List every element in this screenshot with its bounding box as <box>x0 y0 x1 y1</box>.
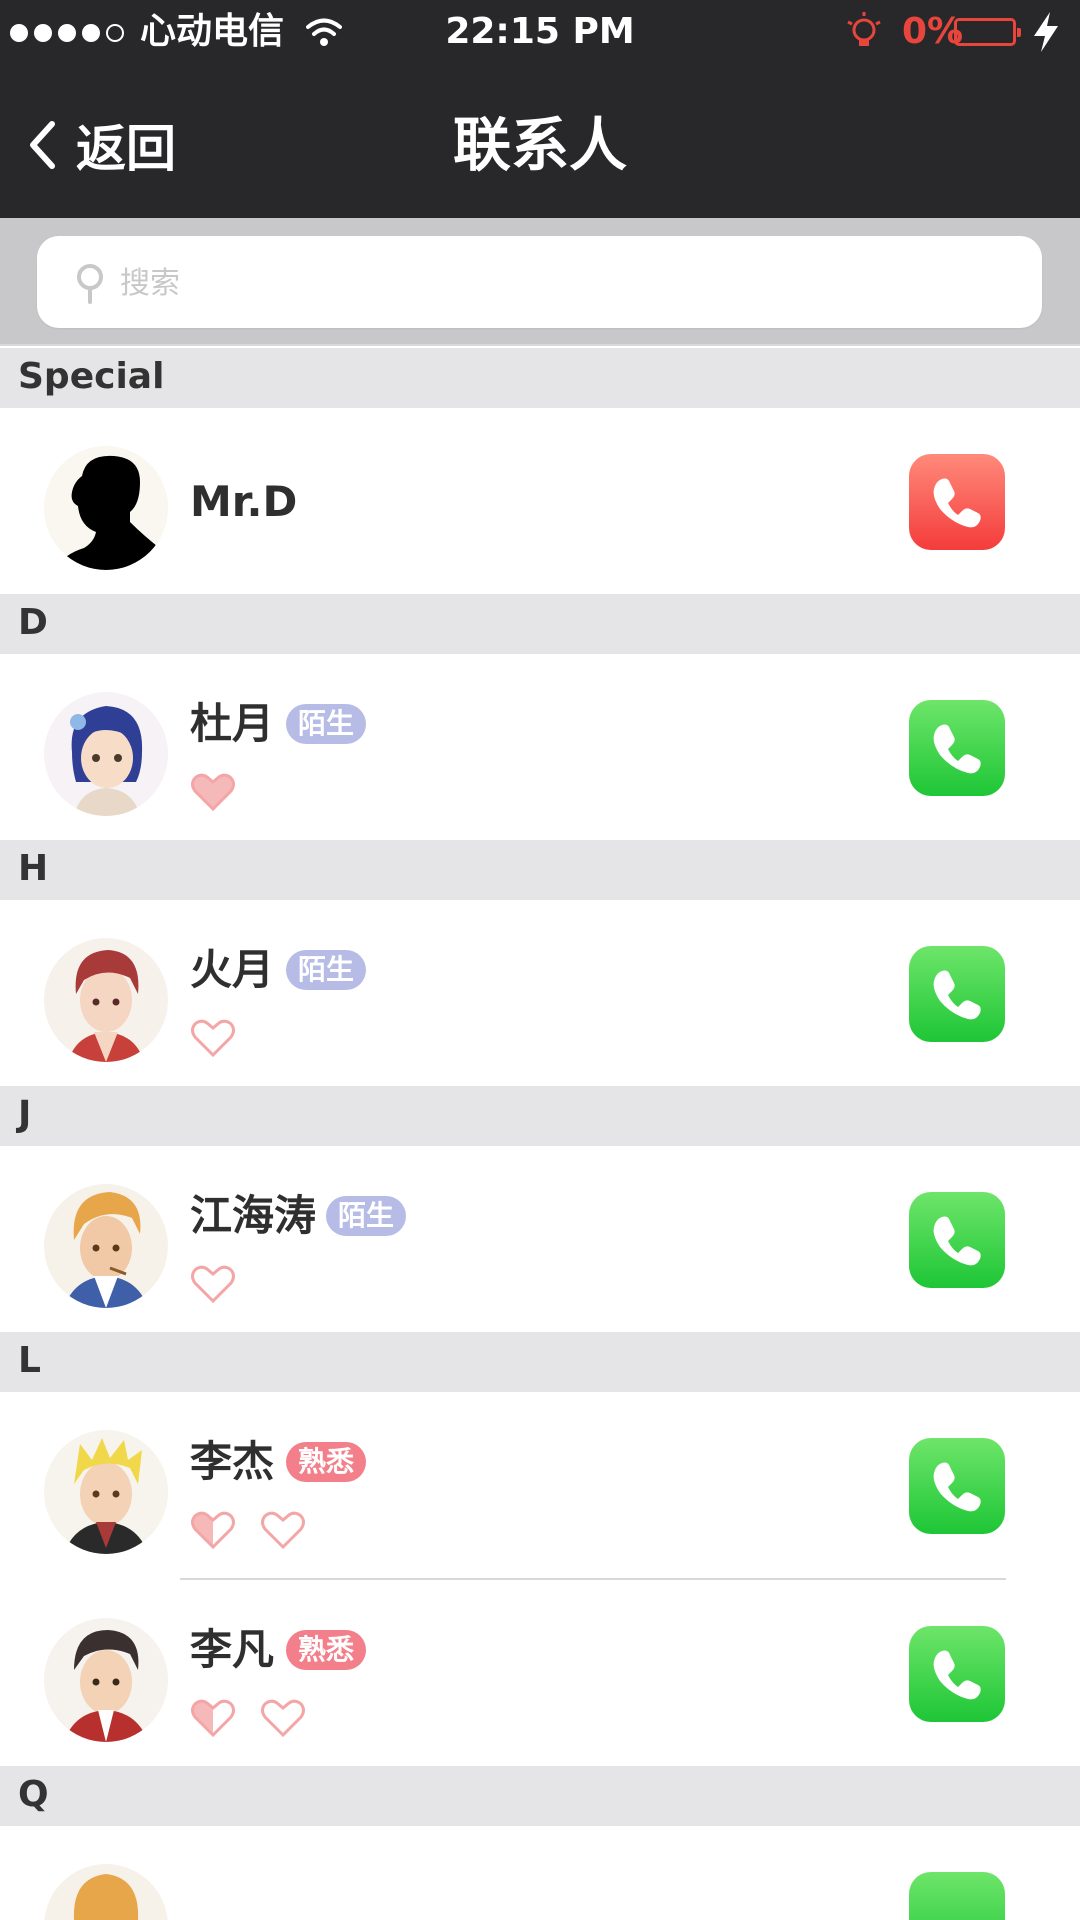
call-button[interactable] <box>909 700 1005 796</box>
contact-name: 杜月 <box>190 699 275 748</box>
contact-name: 火月 <box>190 945 275 994</box>
blue-hair-girl-avatar <box>44 692 168 816</box>
contact-row-li-fan[interactable]: 李凡 熟悉 <box>0 1580 1080 1766</box>
heart-empty-icon <box>191 1265 235 1304</box>
heart-filled-icon <box>191 773 235 812</box>
section-label: Special <box>18 356 165 397</box>
status-bar: 心动电信 22:15 PM 0% <box>0 0 1080 64</box>
red-hair-boy-avatar <box>44 938 168 1062</box>
call-button[interactable] <box>909 1872 1005 1920</box>
lightbulb-icon <box>847 12 881 46</box>
section-label: Q <box>18 1774 49 1815</box>
relationship-badge: 陌生 <box>286 704 367 744</box>
heart-empty-icon <box>261 1511 305 1550</box>
contact-name: 李凡 <box>190 1625 275 1674</box>
search-input[interactable] <box>118 254 1002 312</box>
contact-row-li-jie[interactable]: 李杰 熟悉 <box>0 1392 1080 1578</box>
charging-bolt-icon <box>1034 12 1058 52</box>
call-button[interactable] <box>909 1438 1005 1534</box>
relationship-badge: 熟悉 <box>286 1442 367 1482</box>
contact-name: 江海涛 <box>190 1191 317 1240</box>
section-header-d: D <box>0 594 1080 654</box>
section-header-h: H <box>0 840 1080 900</box>
contact-row-huo-yue[interactable]: 火月 陌生 <box>0 900 1080 1086</box>
phone-icon <box>933 1462 981 1512</box>
heart-half-icon <box>191 1699 235 1738</box>
phone-icon <box>933 1650 981 1700</box>
section-label: J <box>18 1094 32 1135</box>
affection-hearts <box>190 1018 236 1062</box>
contact-row-partial[interactable] <box>0 1826 1080 1920</box>
section-header-q: Q <box>0 1766 1080 1826</box>
affection-hearts <box>190 1698 306 1742</box>
section-label: D <box>18 602 48 643</box>
relationship-badge: 陌生 <box>286 950 367 990</box>
affection-hearts <box>190 772 236 816</box>
section-label: H <box>18 848 49 889</box>
avatar <box>44 1864 168 1920</box>
section-label: L <box>18 1340 41 1381</box>
blond-man-avatar <box>44 1184 168 1308</box>
affection-hearts <box>190 1264 236 1308</box>
search-icon <box>77 264 103 304</box>
call-button[interactable] <box>909 1192 1005 1288</box>
dark-hair-boy-avatar <box>44 1618 168 1742</box>
call-button[interactable] <box>909 1626 1005 1722</box>
relationship-badge: 熟悉 <box>286 1630 367 1670</box>
contact-row-mr-d[interactable]: Mr.D <box>0 408 1080 594</box>
contact-row-du-yue[interactable]: 杜月 陌生 <box>0 654 1080 840</box>
page-title: 联系人 <box>452 111 627 179</box>
contact-name: 李杰 <box>190 1437 275 1486</box>
yellow-hair-boy-avatar <box>44 1430 168 1554</box>
call-button[interactable] <box>909 946 1005 1042</box>
phone-icon <box>933 1216 981 1266</box>
phone-icon <box>933 970 981 1020</box>
phone-icon <box>933 478 981 528</box>
contact-name: Mr.D <box>190 477 298 526</box>
relationship-badge: 陌生 <box>326 1196 407 1236</box>
call-button[interactable] <box>909 454 1005 550</box>
battery-icon <box>954 18 1021 46</box>
phone-icon <box>933 724 981 774</box>
contact-row-jiang-haitao[interactable]: 江海涛 陌生 <box>0 1146 1080 1332</box>
heart-empty-icon <box>261 1699 305 1738</box>
affection-hearts <box>190 1510 306 1554</box>
heart-half-icon <box>191 1511 235 1550</box>
section-header-l: L <box>0 1332 1080 1392</box>
silhouette-avatar <box>44 446 168 570</box>
section-header-special: Special <box>0 348 1080 408</box>
section-header-j: J <box>0 1086 1080 1146</box>
heart-empty-icon <box>191 1019 235 1058</box>
